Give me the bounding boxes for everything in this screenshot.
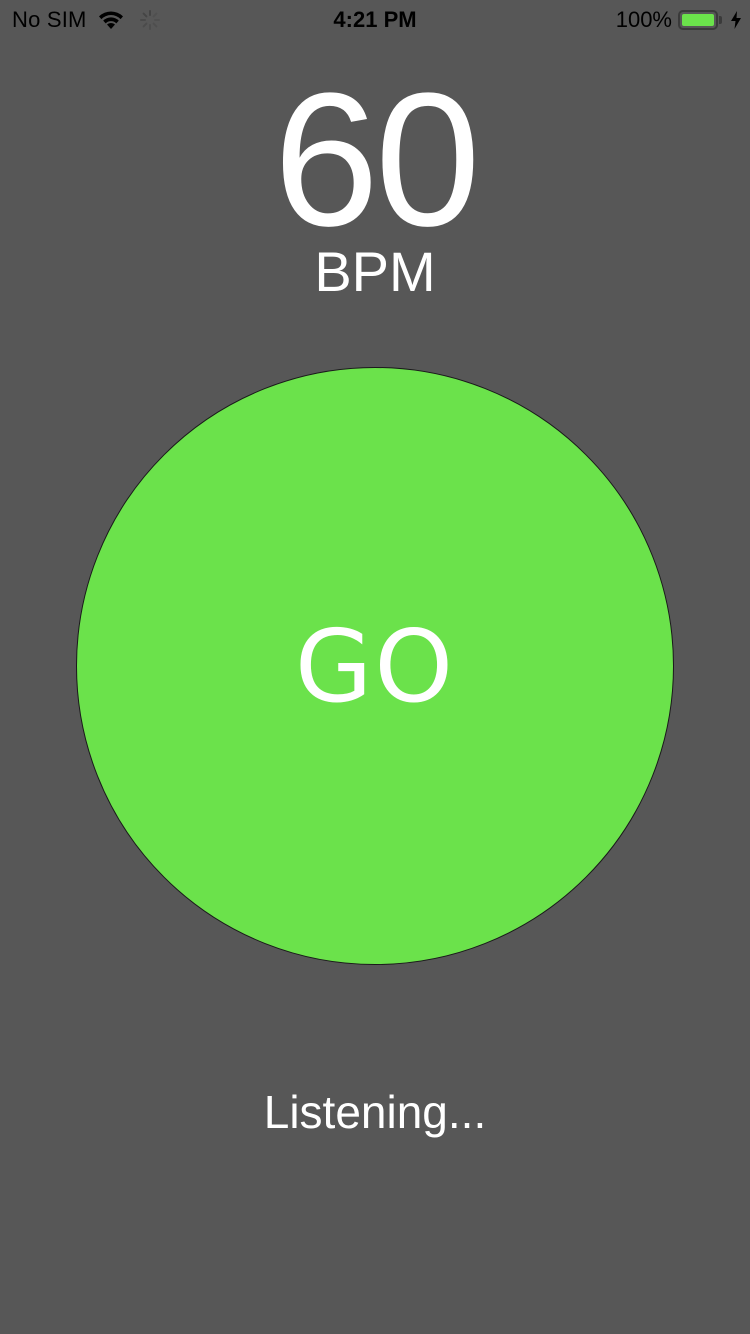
battery-icon bbox=[678, 9, 724, 31]
go-button-label: GO bbox=[294, 607, 456, 725]
status-bar: No SIM 4:21 PM 100% bbox=[0, 0, 750, 40]
go-button[interactable]: GO bbox=[76, 367, 674, 965]
battery-cap bbox=[719, 16, 722, 24]
bpm-unit-label: BPM bbox=[314, 240, 436, 303]
charging-bolt-icon bbox=[731, 11, 741, 29]
status-right: 100% bbox=[616, 7, 742, 33]
battery-body bbox=[678, 10, 718, 30]
battery-fill bbox=[682, 14, 714, 26]
status-message: Listening... bbox=[263, 1086, 487, 1138]
bpm-value: 60 bbox=[273, 54, 480, 266]
battery-percent: 100% bbox=[615, 7, 672, 32]
